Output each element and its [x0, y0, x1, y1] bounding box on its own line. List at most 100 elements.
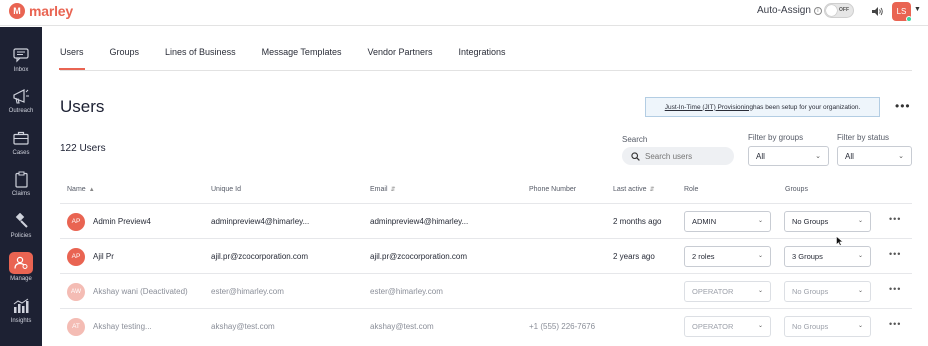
header-name[interactable]: Name ▲︎ [67, 186, 95, 193]
row-more-icon[interactable]: ••• [889, 249, 901, 259]
filter-groups-select[interactable]: All ⌄ [748, 146, 829, 166]
tab-integrations[interactable]: Integrations [459, 47, 506, 70]
sidebar-item-policies[interactable]: Policies [0, 208, 42, 248]
sidebar-item-manage[interactable]: Manage [0, 249, 42, 289]
phone: +1 (555) 226-7676 [529, 322, 596, 331]
tab-vendor-partners[interactable]: Vendor Partners [367, 47, 432, 70]
groups-value: No Groups [792, 287, 829, 296]
filter-status-select[interactable]: All ⌄ [837, 146, 912, 166]
more-options-icon[interactable]: ••• [895, 99, 911, 113]
chevron-down-icon: ⌄ [857, 253, 863, 259]
header-last-active-label: Last active [613, 186, 647, 193]
sidebar-item-label: Inbox [13, 67, 29, 73]
search-icon [631, 151, 640, 161]
filter-status-label: Filter by status [837, 133, 890, 142]
row-more-icon[interactable]: ••• [889, 214, 901, 224]
sidebar-item-inbox[interactable]: Inbox [0, 42, 42, 82]
sidebar-item-label: Insights [10, 318, 32, 324]
top-bar: M marley Auto-Assign i OFF LS ▼ [0, 0, 928, 26]
speaker-icon[interactable] [871, 6, 883, 17]
table-row: AP Ajil Pr ajil.pr@zcocorporation.com aj… [60, 238, 912, 273]
chevron-down-icon: ⌄ [898, 153, 904, 160]
email: adminpreview4@himarley... [370, 217, 469, 226]
table-row: AP Admin Preview4 adminpreview4@himarley… [60, 203, 912, 238]
user-name-cell[interactable]: AP Admin Preview4 [67, 204, 151, 239]
unique-id: ester@himarley.com [211, 287, 284, 296]
sidebar-item-label: Claims [11, 191, 31, 197]
groups-select[interactable]: No Groups ⌄ [784, 316, 871, 337]
groups-value: No Groups [792, 322, 829, 331]
header-email[interactable]: Email ⇵ [370, 186, 396, 193]
user-name-cell[interactable]: AW Akshay wani (Deactivated) [67, 274, 188, 309]
role-select[interactable]: OPERATOR ⌄ [684, 281, 771, 302]
header-groups-label: Groups [785, 186, 808, 193]
sidebar-item-outreach[interactable]: Outreach [0, 83, 42, 123]
unique-id: adminpreview4@himarley... [211, 217, 310, 226]
groups-select[interactable]: No Groups ⌄ [784, 281, 871, 302]
jit-provisioning-link[interactable]: Just-In-Time (JIT) Provisioning [665, 104, 753, 111]
tab-message-templates[interactable]: Message Templates [262, 47, 342, 70]
user-name-cell[interactable]: AT Akshay testing... [67, 309, 152, 344]
mouse-cursor-icon [836, 236, 844, 246]
sidebar-item-label: Outreach [8, 108, 34, 114]
groups-value: 3 Groups [792, 252, 823, 261]
row-more-icon[interactable]: ••• [889, 319, 901, 329]
bar-chart-icon [11, 296, 31, 316]
user-name: Admin Preview4 [93, 217, 151, 226]
manage-tabs: Users Groups Lines of Business Message T… [59, 47, 532, 70]
groups-select[interactable]: No Groups ⌄ [784, 211, 871, 232]
info-icon[interactable]: i [813, 6, 822, 15]
header-unique-id: Unique Id [211, 186, 241, 193]
search-box[interactable] [622, 147, 734, 165]
chevron-down-icon: ⌄ [757, 253, 763, 259]
sidebar-item-label: Cases [12, 150, 30, 156]
filter-status-value: All [845, 151, 854, 161]
chevron-down-icon: ⌄ [757, 323, 763, 329]
email: akshay@test.com [370, 322, 434, 331]
tab-users[interactable]: Users [59, 47, 85, 70]
chevron-down-icon[interactable]: ▼ [914, 6, 921, 13]
search-input[interactable] [645, 151, 725, 161]
sidebar-item-insights[interactable]: Insights [0, 293, 42, 333]
sort-icon: ⇵ [390, 187, 396, 193]
auto-assign-toggle[interactable]: OFF [824, 3, 854, 18]
tab-lines-of-business[interactable]: Lines of Business [165, 47, 236, 70]
role-value: 2 roles [692, 252, 715, 261]
sidebar-item-cases[interactable]: Cases [0, 125, 42, 165]
logo-text: marley [29, 3, 73, 19]
tab-groups[interactable]: Groups [110, 47, 140, 70]
email: ester@himarley.com [370, 287, 443, 296]
last-active: 2 years ago [613, 252, 655, 261]
role-select[interactable]: OPERATOR ⌄ [684, 316, 771, 337]
auto-assign-label: Auto-Assign [757, 5, 811, 16]
avatar: AP [67, 247, 85, 266]
sidebar-item-claims[interactable]: Claims [0, 166, 42, 206]
chevron-down-icon: ⌄ [857, 323, 863, 329]
page-title: Users [60, 97, 105, 116]
filter-groups-value: All [756, 151, 765, 161]
chevron-down-icon: ⌄ [857, 288, 863, 294]
user-name-cell[interactable]: AP Ajil Pr [67, 239, 114, 274]
tabs-divider [60, 70, 912, 71]
jit-banner: Just-In-Time (JIT) Provisioning has been… [645, 97, 880, 117]
gavel-icon [11, 211, 31, 231]
manage-users-icon [9, 252, 33, 274]
role-select[interactable]: 2 roles ⌄ [684, 246, 771, 267]
header-email-label: Email [370, 186, 388, 193]
chevron-down-icon: ⌄ [815, 153, 821, 160]
sort-icon: ▲︎ [88, 186, 95, 193]
online-status-dot [906, 16, 912, 22]
banner-text: has been setup for your organization. [752, 103, 861, 111]
clipboard-icon [11, 169, 31, 189]
groups-select[interactable]: 3 Groups ⌄ [784, 246, 871, 267]
role-select[interactable]: ADMIN ⌄ [684, 211, 771, 232]
role-value: OPERATOR [692, 287, 734, 296]
chevron-down-icon: ⌄ [757, 218, 763, 224]
avatar: AW [67, 282, 85, 301]
unique-id: akshay@test.com [211, 322, 275, 331]
avatar: AP [67, 212, 85, 231]
row-more-icon[interactable]: ••• [889, 284, 901, 294]
briefcase-icon [11, 128, 31, 148]
marley-logo[interactable]: M marley [9, 3, 73, 19]
header-last-active[interactable]: Last active ⇵ [613, 186, 655, 193]
